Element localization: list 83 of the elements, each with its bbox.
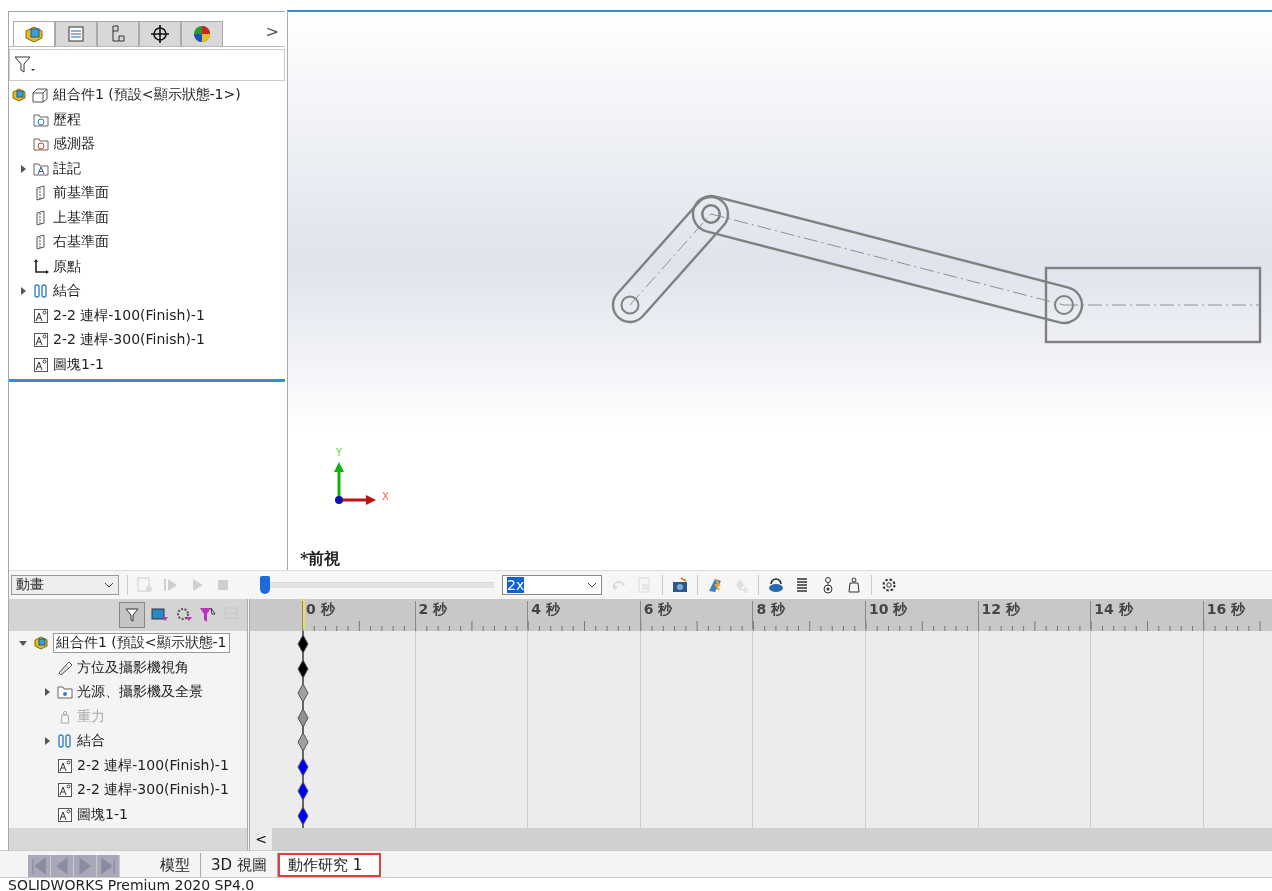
- part-icon: [33, 356, 49, 373]
- tree-item[interactable]: 組合件1 (預設<顯示狀態-1: [53, 633, 230, 654]
- tree-item[interactable]: 歷程: [53, 110, 81, 129]
- time-tick-label: 12 秒: [977, 601, 1020, 629]
- folder-icon: [33, 136, 49, 153]
- part-icon: [57, 782, 73, 799]
- keyframe-icon[interactable]: [297, 805, 309, 826]
- expand-icon[interactable]: [19, 287, 27, 296]
- playback-speed-dropdown[interactable]: 2x: [502, 575, 602, 595]
- tree-item[interactable]: 2-2 連桿-300(Finish)-1: [77, 781, 229, 800]
- tree-item[interactable]: 前基準面: [53, 184, 109, 203]
- time-tick-label: 0 秒: [302, 601, 335, 629]
- part-outline-icon: [31, 87, 49, 104]
- camera-icon[interactable]: [671, 576, 689, 594]
- tree-item[interactable]: 右基準面: [53, 233, 109, 252]
- crosshair-icon: [150, 24, 170, 44]
- motor-icon[interactable]: [767, 576, 785, 594]
- filter-icon[interactable]: [124, 607, 140, 623]
- tree-item[interactable]: 光源、攝影機及全景: [77, 683, 203, 702]
- tree-item[interactable]: 註記: [53, 159, 81, 178]
- tree-item[interactable]: 結合: [53, 282, 81, 301]
- collapse-icon[interactable]: [19, 639, 27, 648]
- list-icon: [66, 24, 86, 44]
- part-icon: [57, 757, 73, 774]
- paperclip-icon: [33, 283, 49, 300]
- keyframe-icon[interactable]: [297, 634, 309, 654]
- tree-item[interactable]: 結合: [77, 732, 105, 751]
- document-tab[interactable]: 動作研究 1: [277, 853, 382, 877]
- slider-thumb[interactable]: [260, 576, 270, 594]
- tree-item[interactable]: 2-2 連桿-300(Finish)-1: [53, 331, 205, 350]
- time-tick-label: 8 秒: [752, 601, 785, 629]
- time-tick-label: 6 秒: [639, 601, 673, 629]
- time-tick-label: 10 秒: [865, 601, 908, 629]
- assembly-icon: [24, 24, 44, 44]
- more-tabs-arrow[interactable]: >: [265, 21, 279, 41]
- expand-icon[interactable]: [19, 164, 27, 173]
- tree-item[interactable]: 上基準面: [53, 208, 109, 227]
- chevron-down-icon[interactable]: [104, 582, 114, 588]
- time-tick-label: 2 秒: [414, 601, 448, 629]
- part-icon: [57, 806, 73, 823]
- part-icon: [33, 332, 49, 349]
- gravity-icon[interactable]: [845, 576, 863, 594]
- keyframe-icon[interactable]: [297, 756, 309, 777]
- paperclip-icon: [57, 733, 73, 750]
- time-tick-label: 14 秒: [1090, 601, 1133, 629]
- axis-label: Y: [336, 447, 343, 458]
- axis-label: X: [382, 491, 389, 502]
- pie-icon: [192, 24, 212, 44]
- scroll-left-button[interactable]: <: [250, 828, 272, 850]
- tree-item[interactable]: 圖塊1-1: [77, 805, 128, 824]
- tree-item[interactable]: 圖塊1-1: [53, 355, 104, 374]
- expand-icon[interactable]: [43, 737, 51, 746]
- filter-selected-icon[interactable]: [199, 606, 217, 624]
- axis-triad-drawing: [334, 462, 376, 505]
- expand-icon[interactable]: [43, 688, 51, 697]
- part-icon: [33, 307, 49, 324]
- weight-icon: [57, 708, 73, 725]
- tree-item[interactable]: 2-2 連桿-100(Finish)-1: [77, 756, 229, 775]
- keyframe-icon[interactable]: [297, 658, 309, 679]
- tree-item[interactable]: 方位及攝影機視角: [77, 658, 189, 677]
- study-type-dropdown[interactable]: 動畫: [11, 575, 119, 595]
- time-tick-label: 16 秒: [1202, 601, 1246, 629]
- folder-icon: [57, 684, 73, 701]
- settings-icon[interactable]: [880, 576, 898, 594]
- tree-item[interactable]: 2-2 連桿-100(Finish)-1: [53, 306, 205, 325]
- status-bar: SOLIDWORKS Premium 2020 SP4.0: [0, 877, 1272, 891]
- assembly-icon: [33, 635, 49, 652]
- folder-icon: [33, 111, 49, 128]
- view-name: *前視: [300, 549, 341, 570]
- key-icon[interactable]: [706, 576, 724, 594]
- keyframe-icon[interactable]: [297, 781, 309, 801]
- filter-icon[interactable]: [14, 55, 36, 75]
- tree-item[interactable]: 組合件1 (預設<顯示狀態-1>): [53, 86, 241, 105]
- chevron-down-icon[interactable]: [587, 582, 597, 588]
- folder-icon: [33, 160, 49, 177]
- time-tick-label: 4 秒: [527, 601, 560, 629]
- origin-icon: [33, 258, 49, 275]
- tree-item[interactable]: 原點: [53, 257, 81, 276]
- panel-tab[interactable]: [139, 21, 181, 46]
- tree-item[interactable]: 感測器: [53, 135, 95, 154]
- assembly-icon: [11, 87, 27, 104]
- flashlight-icon: [57, 659, 73, 676]
- scrollbar-track[interactable]: [9, 828, 247, 850]
